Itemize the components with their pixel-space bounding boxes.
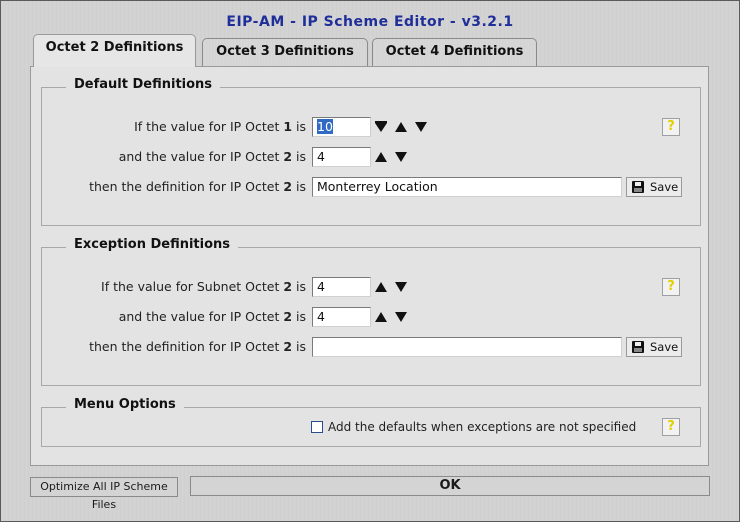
tab-octet-4[interactable]: Octet 4 Definitions <box>372 38 537 66</box>
spin-up-icon[interactable] <box>392 117 410 137</box>
spin-down-icon[interactable] <box>392 277 410 297</box>
default-octet2-label: and the value for IP Octet 2 is <box>118 149 306 164</box>
spin-up-icon[interactable] <box>372 277 390 297</box>
exception-octet2-label: and the value for IP Octet 2 is <box>118 309 306 324</box>
help-icon[interactable]: ? <box>662 418 680 436</box>
help-icon[interactable]: ? <box>662 278 680 296</box>
spin-up-icon[interactable] <box>372 147 390 167</box>
exception-definition-input[interactable] <box>312 337 622 357</box>
tab-octet-2[interactable]: Octet 2 Definitions <box>33 34 196 67</box>
default-octet2-input[interactable]: 4 <box>312 147 371 167</box>
add-defaults-checkbox[interactable] <box>311 421 323 433</box>
ok-button[interactable]: OK <box>190 476 710 496</box>
spin-down-icon[interactable] <box>392 147 410 167</box>
default-definitions-group: Default Definitions If the value for IP … <box>41 77 701 226</box>
spin-down-icon[interactable] <box>412 117 430 137</box>
window-title: EIP-AM - IP Scheme Editor - v3.2.1 <box>226 14 514 30</box>
help-icon[interactable]: ? <box>662 118 680 136</box>
default-save-button[interactable]: Save <box>626 177 682 197</box>
exception-subnet-input[interactable]: 4 <box>312 277 371 297</box>
exception-octet2-input[interactable]: 4 <box>312 307 371 327</box>
optimize-all-button[interactable]: Optimize All IP Scheme Files <box>30 477 178 511</box>
menu-options-group: Menu Options Add the defaults when excep… <box>41 397 701 447</box>
exception-save-button[interactable]: Save <box>626 337 682 357</box>
default-octet1-input[interactable]: 10 <box>312 117 371 137</box>
default-definitions-title: Default Definitions <box>66 77 221 92</box>
exception-subnet-label: If the value for Subnet Octet 2 is <box>101 279 306 294</box>
save-disk-icon <box>632 181 644 193</box>
tab-panel: Default Definitions If the value for IP … <box>30 66 709 466</box>
save-disk-icon <box>632 341 644 353</box>
default-definition-label: then the definition for IP Octet 2 is <box>89 179 306 194</box>
add-defaults-label[interactable]: Add the defaults when exceptions are not… <box>328 420 636 434</box>
default-octet1-label: If the value for IP Octet 1 is <box>134 119 306 134</box>
tab-octet-3[interactable]: Octet 3 Definitions <box>202 38 368 66</box>
exception-definition-label: then the definition for IP Octet 2 is <box>89 339 306 354</box>
spin-bottom-icon[interactable] <box>372 117 390 137</box>
default-definition-input[interactable]: Monterrey Location <box>312 177 622 197</box>
exception-definitions-group: Exception Definitions If the value for S… <box>41 237 701 386</box>
menu-options-title: Menu Options <box>66 397 184 412</box>
spin-up-icon[interactable] <box>372 307 390 327</box>
exception-definitions-title: Exception Definitions <box>66 237 239 252</box>
spin-down-icon[interactable] <box>392 307 410 327</box>
